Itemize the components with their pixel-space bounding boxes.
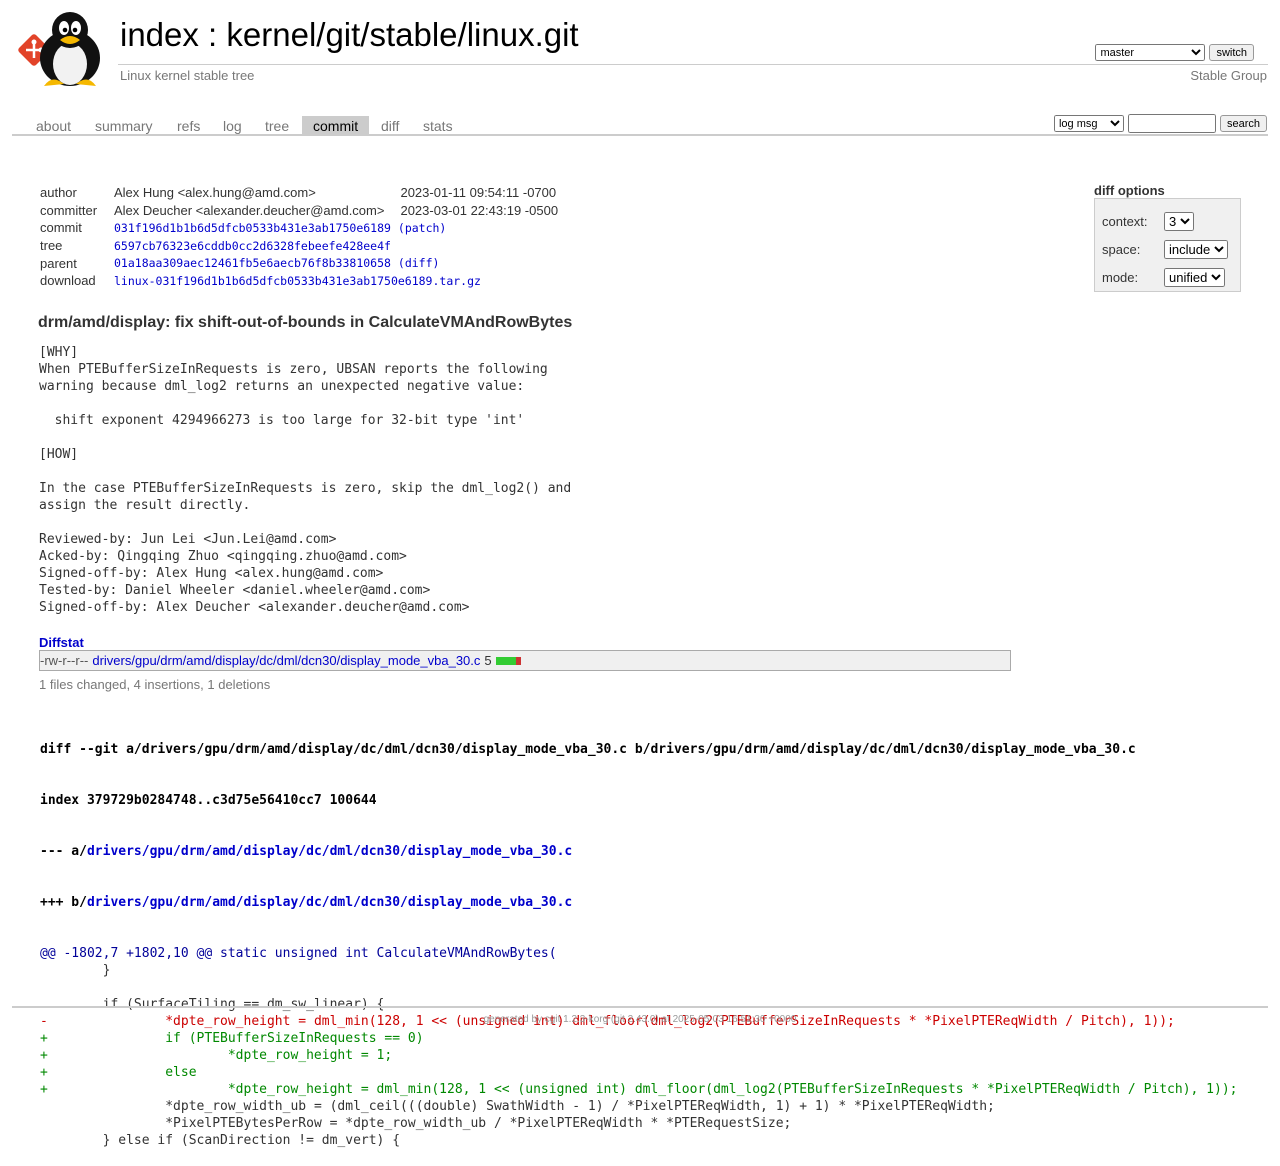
diff-lines: @@ -1802,7 +1802,10 @@ static unsigned i…	[40, 945, 1237, 1149]
diffstat-file-link[interactable]: drivers/gpu/drm/amd/display/dc/dml/dcn30…	[92, 653, 480, 668]
title-separator: :	[198, 16, 227, 53]
mode-select[interactable]: unified	[1164, 267, 1225, 287]
author-value: Alex Hung <alex.hung@amd.com>	[114, 185, 316, 201]
footer-divider	[12, 1006, 1268, 1008]
context-select[interactable]: 3	[1164, 211, 1194, 231]
commit-subject: drm/amd/display: fix shift-out-of-bounds…	[38, 314, 573, 331]
tab-log[interactable]: log	[212, 116, 253, 134]
diffstat-header-link[interactable]: Diffstat	[39, 635, 84, 650]
search-button[interactable]: search	[1219, 115, 1267, 132]
branch-select[interactable]: master	[1095, 44, 1206, 61]
author-date: 2023-01-11 09:54:11 -0700	[400, 185, 557, 201]
tree-hash-link[interactable]: 6597cb76323e6cddb0cc2d6328febeefe428ee4f	[114, 239, 391, 253]
diff-plus-file: +++ b/drivers/gpu/drm/amd/display/dc/dml…	[40, 894, 1237, 911]
mode-label: mode:	[1102, 269, 1139, 285]
committer-label: committer	[40, 202, 98, 218]
parent-diff-link[interactable]: (diff)	[398, 256, 440, 270]
tab-diff[interactable]: diff	[370, 116, 410, 134]
repo-description: Linux kernel stable tree	[120, 68, 255, 83]
tab-tree[interactable]: tree	[254, 116, 300, 134]
diff-line-ctx: *dpte_row_width_ub = (dml_ceil(((double)…	[40, 1099, 995, 1114]
diffstat-table: -rw-r--r-- drivers/gpu/drm/amd/display/d…	[39, 650, 1011, 671]
parent-row: parent 01a18aa309aec12461fb5e6aecb76f8b3…	[38, 254, 560, 272]
diff-line-add: + else	[40, 1065, 197, 1080]
download-link[interactable]: linux-031f196d1b1b6d5dfcb0533b431e3ab175…	[114, 274, 481, 288]
diff-options-title: diff options	[1094, 183, 1165, 198]
cgit-logo[interactable]	[14, 12, 110, 86]
parent-label: parent	[40, 255, 77, 271]
space-label: space:	[1102, 241, 1141, 257]
logo-icon	[18, 12, 100, 86]
diffstat-count: 5	[484, 653, 492, 668]
diff-line-ctx	[40, 979, 1237, 996]
commit-hash-link[interactable]: 031f196d1b1b6d5dfcb0533b431e3ab1750e6189	[114, 221, 391, 235]
search-input[interactable]	[1127, 114, 1216, 133]
diff-line-add: + *dpte_row_height = 1;	[40, 1048, 393, 1063]
file-mode: -rw-r--r--	[40, 653, 89, 668]
insertions-bar	[495, 656, 516, 665]
diff-options-panel: context: 3 space: include mode: unified	[1094, 198, 1241, 292]
diff-view: diff --git a/drivers/gpu/drm/amd/display…	[40, 707, 1237, 1166]
diff-line-ctx: } else if (ScanDirection != dm_vert) {	[40, 1133, 401, 1148]
diff-git-line: diff --git a/drivers/gpu/drm/amd/display…	[40, 742, 1136, 757]
diff-line-ctx: *PixelPTEBytesPerRow = *dpte_row_width_u…	[40, 1116, 792, 1131]
diffstat-bar	[495, 656, 521, 665]
diff-line-ctx: if (SurfaceTiling == dm_sw_linear) {	[40, 997, 385, 1012]
diff-index-line: index 379729b0284748..c3d75e56410cc7 100…	[40, 793, 377, 808]
title-repo-link[interactable]: kernel/git/stable/linux.git	[226, 16, 578, 53]
diff-line-hunk: @@ -1802,7 +1802,10 @@ static unsigned i…	[40, 946, 557, 961]
context-label: context:	[1102, 213, 1148, 229]
diff-line-add: + *dpte_row_height = dml_min(128, 1 << (…	[40, 1082, 1238, 1097]
committer-value: Alex Deucher <alexander.deucher@amd.com>	[114, 202, 385, 218]
tree-label: tree	[40, 238, 63, 254]
commit-label: commit	[40, 220, 82, 236]
title-index-link[interactable]: index	[120, 16, 199, 53]
tab-about[interactable]: about	[25, 116, 82, 134]
download-label: download	[40, 273, 96, 289]
parent-hash-link[interactable]: 01a18aa309aec12461fb5e6aecb76f8b33810658	[114, 256, 391, 270]
space-select[interactable]: include	[1164, 239, 1228, 259]
tab-summary[interactable]: summary	[84, 116, 164, 134]
switch-button[interactable]: switch	[1209, 44, 1254, 61]
footer: generated by cgit 1.2.3-korg (git 2.43.0…	[483, 1014, 797, 1025]
plus-file-link[interactable]: drivers/gpu/drm/amd/display/dc/dml/dcn30…	[87, 895, 572, 910]
minus-prefix: --- a/	[40, 844, 87, 859]
patch-link[interactable]: (patch)	[398, 221, 446, 235]
download-row: download linux-031f196d1b1b6d5dfcb0533b4…	[38, 272, 560, 290]
page-title: index : kernel/git/stable/linux.git	[120, 16, 579, 54]
branch-switch-form: master switch	[1095, 44, 1254, 61]
diff-line-ctx: }	[40, 963, 111, 978]
tab-refs[interactable]: refs	[166, 116, 211, 134]
deletions-bar	[515, 656, 521, 665]
committer-row: committer Alex Deucher <alexander.deuche…	[38, 202, 560, 220]
diff-line-add: + if (PTEBufferSizeInRequests == 0)	[40, 1031, 424, 1046]
minus-file-link[interactable]: drivers/gpu/drm/amd/display/dc/dml/dcn30…	[87, 844, 572, 859]
committer-date: 2023-03-01 22:43:19 -0500	[400, 202, 559, 218]
tab-commit[interactable]: commit	[302, 116, 370, 134]
commit-info-table: author Alex Hung <alex.hung@amd.com> 202…	[38, 184, 560, 290]
author-row: author Alex Hung <alex.hung@amd.com> 202…	[38, 184, 560, 202]
repo-owner: Stable Group	[1190, 68, 1267, 83]
tree-row: tree 6597cb76323e6cddb0cc2d6328febeefe42…	[38, 237, 560, 255]
author-label: author	[40, 185, 77, 201]
diffstat-summary: 1 files changed, 4 insertions, 1 deletio…	[39, 677, 271, 692]
commit-message: [WHY] When PTEBufferSizeInRequests is ze…	[39, 345, 572, 615]
tab-stats[interactable]: stats	[412, 116, 464, 134]
diff-minus-file: --- a/drivers/gpu/drm/amd/display/dc/dml…	[40, 843, 1237, 860]
search-form: log msg search	[1053, 114, 1267, 133]
header-divider	[118, 64, 1268, 65]
search-scope-select[interactable]: log msg	[1053, 115, 1124, 132]
plus-prefix: +++ b/	[40, 895, 87, 910]
commit-row: commit 031f196d1b1b6d5dfcb0533b431e3ab17…	[38, 219, 560, 237]
